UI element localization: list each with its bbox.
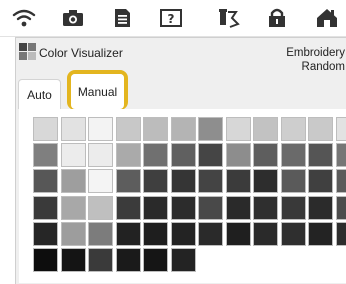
top-toolbar: ? <box>0 0 346 37</box>
color-swatch[interactable] <box>253 117 278 141</box>
svg-text:?: ? <box>168 12 175 26</box>
color-swatch[interactable] <box>116 196 141 220</box>
color-swatch[interactable] <box>116 222 141 246</box>
color-swatch[interactable] <box>61 169 86 193</box>
app-title: Color Visualizer <box>39 46 123 60</box>
color-swatch[interactable] <box>336 143 346 167</box>
color-swatch[interactable] <box>281 143 306 167</box>
color-swatch[interactable] <box>336 222 346 246</box>
tab-auto[interactable]: Auto <box>18 79 61 109</box>
document-icon[interactable] <box>109 6 135 30</box>
color-swatch[interactable] <box>281 169 306 193</box>
color-swatch[interactable] <box>281 222 306 246</box>
title-row: Color Visualizer Embroidery Random <box>16 38 346 82</box>
color-swatch[interactable] <box>33 169 58 193</box>
color-swatch[interactable] <box>61 117 86 141</box>
wifi-icon[interactable] <box>11 6 37 30</box>
color-swatch[interactable] <box>336 196 346 220</box>
color-swatch[interactable] <box>198 143 223 167</box>
color-swatch[interactable] <box>308 143 333 167</box>
lock-icon[interactable] <box>264 6 290 30</box>
color-swatch[interactable] <box>116 248 141 272</box>
color-swatch[interactable] <box>143 169 168 193</box>
color-swatch[interactable] <box>226 169 251 193</box>
color-swatch[interactable] <box>143 222 168 246</box>
color-swatch[interactable] <box>88 143 113 167</box>
color-swatch[interactable] <box>226 143 251 167</box>
color-swatch[interactable] <box>253 143 278 167</box>
color-swatch[interactable] <box>33 117 58 141</box>
color-swatch[interactable] <box>308 169 333 193</box>
color-swatch[interactable] <box>308 117 333 141</box>
color-swatch[interactable] <box>88 248 113 272</box>
color-swatch[interactable] <box>88 222 113 246</box>
color-swatch[interactable] <box>171 222 196 246</box>
tab-manual[interactable]: Manual <box>71 74 124 109</box>
help-icon[interactable]: ? <box>158 6 184 30</box>
color-swatch[interactable] <box>171 143 196 167</box>
color-swatch[interactable] <box>171 196 196 220</box>
color-swatch[interactable] <box>61 222 86 246</box>
color-swatch[interactable] <box>171 117 196 141</box>
color-swatch[interactable] <box>226 222 251 246</box>
color-swatch[interactable] <box>253 222 278 246</box>
color-swatch[interactable] <box>308 196 333 220</box>
color-swatch[interactable] <box>226 196 251 220</box>
camera-icon[interactable] <box>60 6 86 30</box>
color-swatch[interactable] <box>61 248 86 272</box>
color-swatch[interactable] <box>88 196 113 220</box>
color-swatch[interactable] <box>88 117 113 141</box>
color-swatch[interactable] <box>226 117 251 141</box>
color-swatch[interactable] <box>281 117 306 141</box>
color-swatch[interactable] <box>33 248 58 272</box>
mode-info: Embroidery Random <box>286 46 345 74</box>
color-swatch[interactable] <box>198 196 223 220</box>
color-swatch[interactable] <box>33 222 58 246</box>
color-swatch[interactable] <box>143 196 168 220</box>
color-swatch[interactable] <box>171 248 196 272</box>
color-swatch[interactable] <box>198 117 223 141</box>
color-swatch[interactable] <box>253 169 278 193</box>
color-swatch[interactable] <box>33 196 58 220</box>
home-icon[interactable] <box>314 6 340 30</box>
color-swatch[interactable] <box>281 196 306 220</box>
color-swatch[interactable] <box>33 143 58 167</box>
swatch-area <box>19 109 346 283</box>
color-swatch[interactable] <box>198 222 223 246</box>
color-swatch[interactable] <box>336 117 346 141</box>
color-swatch[interactable] <box>308 222 333 246</box>
color-visualizer-logo-icon <box>19 43 37 61</box>
color-swatch[interactable] <box>116 143 141 167</box>
mode-embroidery: Embroidery <box>286 47 345 59</box>
color-swatch[interactable] <box>198 169 223 193</box>
color-swatch[interactable] <box>88 169 113 193</box>
color-swatch[interactable] <box>116 117 141 141</box>
color-swatch[interactable] <box>143 143 168 167</box>
thread-icon[interactable] <box>216 6 242 30</box>
color-swatch[interactable] <box>61 196 86 220</box>
color-swatch[interactable] <box>116 169 141 193</box>
color-swatch[interactable] <box>61 143 86 167</box>
color-swatch[interactable] <box>143 117 168 141</box>
color-swatch[interactable] <box>171 169 196 193</box>
color-swatch[interactable] <box>336 169 346 193</box>
mode-random: Random <box>301 61 345 73</box>
color-swatch[interactable] <box>143 248 168 272</box>
color-swatch[interactable] <box>253 196 278 220</box>
